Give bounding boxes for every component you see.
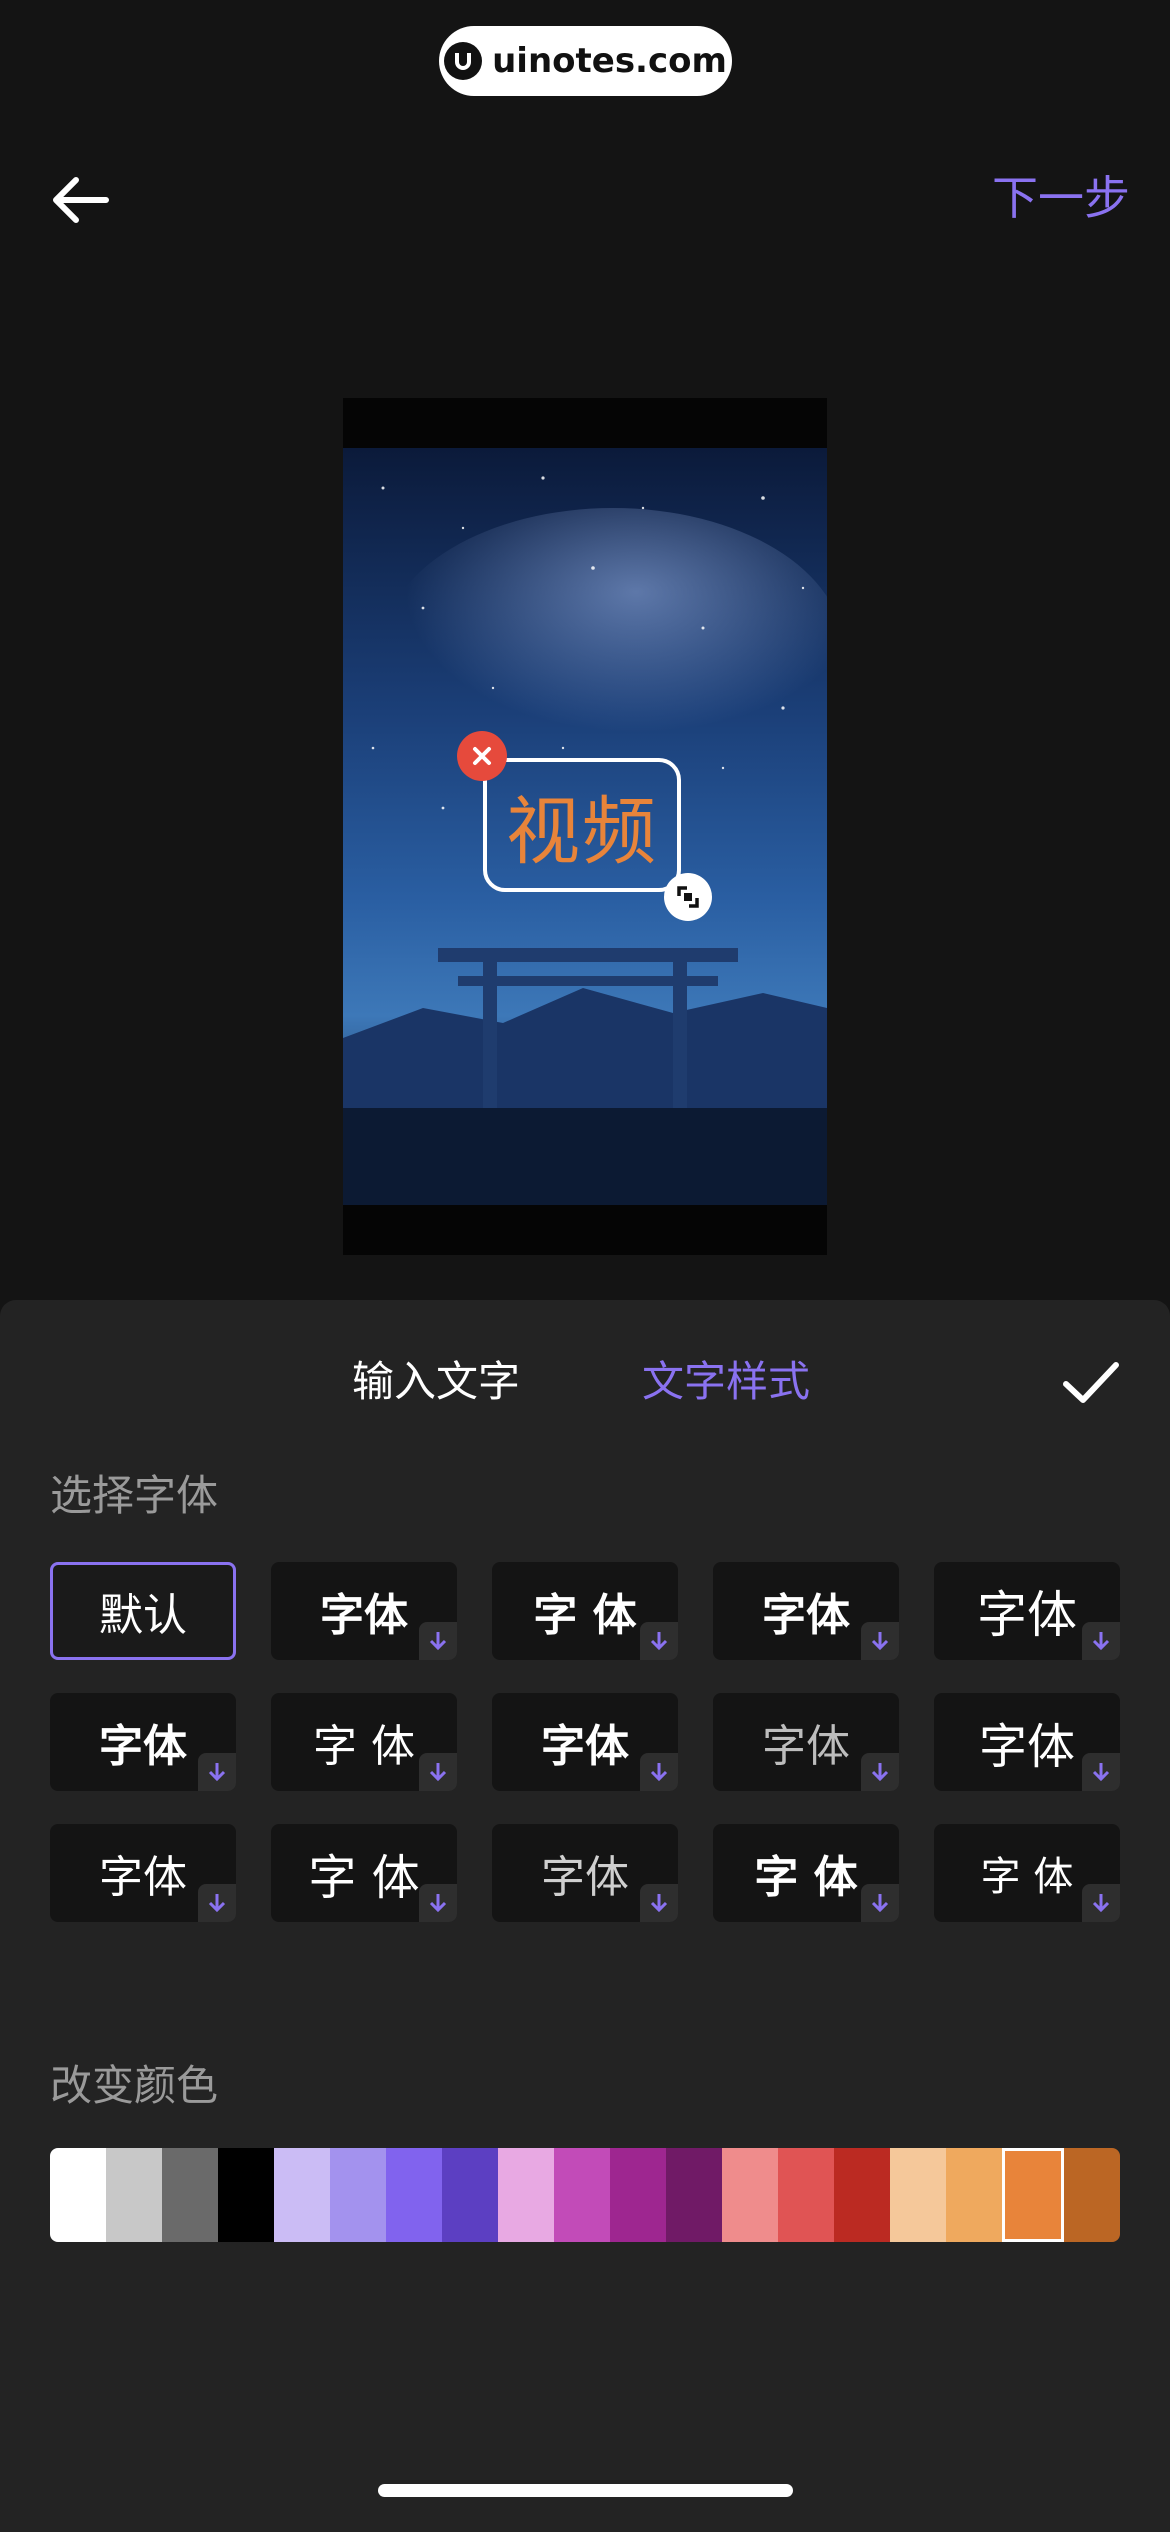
font-option-label: 字 体 xyxy=(308,1850,420,1906)
font-option-label: 字 体 xyxy=(754,1852,858,1903)
font-option-label: 字体 xyxy=(99,1721,187,1772)
font-grid: 默认 字体 字 体 字体 字体 字体 字 体 字体 字体 字体 字体 字 体 字… xyxy=(50,1562,1120,1922)
font-option[interactable]: 字体 xyxy=(50,1824,236,1922)
text-style-panel: 输入文字 文字样式 选择字体 默认 字体 字 体 字体 字体 字体 字 体 字体… xyxy=(0,1300,1170,2532)
resize-text-button[interactable] xyxy=(664,873,712,921)
color-swatch[interactable] xyxy=(778,2148,834,2242)
download-icon xyxy=(1082,1884,1120,1922)
delete-text-button[interactable] xyxy=(457,731,507,781)
font-option-label: 字体 xyxy=(978,1719,1075,1775)
font-option[interactable]: 字 体 xyxy=(271,1693,457,1791)
color-swatch[interactable] xyxy=(162,2148,218,2242)
download-icon xyxy=(640,1753,678,1791)
uinotes-logo-icon xyxy=(444,42,483,80)
color-swatch[interactable] xyxy=(834,2148,890,2242)
font-option[interactable]: 字 体 xyxy=(934,1824,1120,1922)
font-option[interactable]: 字体 xyxy=(713,1693,899,1791)
color-swatch[interactable] xyxy=(106,2148,162,2242)
font-option-label: 默认 xyxy=(99,1590,187,1641)
tab-input-text[interactable]: 输入文字 xyxy=(352,1352,520,1412)
color-swatch[interactable] xyxy=(330,2148,386,2242)
download-icon xyxy=(861,1884,899,1922)
font-option[interactable]: 字体 xyxy=(492,1824,678,1922)
font-option-label: 字体 xyxy=(99,1852,187,1903)
download-icon xyxy=(198,1753,236,1791)
color-palette xyxy=(50,2148,1120,2242)
font-option-label: 字体 xyxy=(541,1852,629,1903)
font-option[interactable]: 字 体 xyxy=(492,1562,678,1660)
font-option[interactable]: 字体 xyxy=(934,1693,1120,1791)
color-swatch[interactable] xyxy=(498,2148,554,2242)
color-swatch[interactable] xyxy=(610,2148,666,2242)
color-swatch[interactable] xyxy=(890,2148,946,2242)
color-swatch[interactable] xyxy=(1002,2148,1064,2242)
download-icon xyxy=(640,1622,678,1660)
watermark-badge: uinotes.com xyxy=(439,26,732,96)
font-option-label: 字体 xyxy=(320,1590,408,1641)
color-swatch[interactable] xyxy=(386,2148,442,2242)
watermark-text: uinotes.com xyxy=(492,41,727,81)
text-overlay-box[interactable]: 视频 xyxy=(483,758,681,892)
download-icon xyxy=(419,1622,457,1660)
confirm-button[interactable] xyxy=(1056,1348,1126,1418)
download-icon xyxy=(861,1622,899,1660)
color-swatch[interactable] xyxy=(666,2148,722,2242)
download-icon xyxy=(198,1884,236,1922)
next-step-button[interactable]: 下一步 xyxy=(992,166,1130,230)
font-option-default[interactable]: 默认 xyxy=(50,1562,236,1660)
font-option[interactable]: 字 体 xyxy=(713,1824,899,1922)
checkmark-icon xyxy=(1063,1362,1119,1403)
font-option-label: 字体 xyxy=(541,1721,629,1772)
font-option-label: 字 体 xyxy=(980,1854,1074,1900)
color-section-title: 改变颜色 xyxy=(50,2061,219,2110)
font-option[interactable]: 字体 xyxy=(934,1562,1120,1660)
color-swatch[interactable] xyxy=(1064,2148,1120,2242)
font-option-label: 字体 xyxy=(762,1590,850,1641)
download-icon xyxy=(1082,1753,1120,1791)
download-icon xyxy=(419,1753,457,1791)
download-icon xyxy=(861,1753,899,1791)
back-button[interactable] xyxy=(40,160,120,240)
font-option-label: 字 体 xyxy=(533,1590,637,1641)
font-section-title: 选择字体 xyxy=(50,1471,219,1520)
font-option-label: 字体 xyxy=(762,1721,850,1772)
color-swatch[interactable] xyxy=(554,2148,610,2242)
download-icon xyxy=(1082,1622,1120,1660)
close-icon xyxy=(473,747,491,765)
font-option-label: 字 体 xyxy=(313,1721,415,1772)
arrow-left-icon xyxy=(53,177,109,223)
font-option[interactable]: 字 体 xyxy=(271,1824,457,1922)
color-swatch[interactable] xyxy=(218,2148,274,2242)
font-option[interactable]: 字体 xyxy=(50,1693,236,1791)
color-swatch[interactable] xyxy=(50,2148,106,2242)
tab-text-style[interactable]: 文字样式 xyxy=(642,1352,810,1412)
color-swatch[interactable] xyxy=(442,2148,498,2242)
download-icon xyxy=(419,1884,457,1922)
download-icon xyxy=(640,1884,678,1922)
resize-icon xyxy=(677,886,699,908)
color-swatch[interactable] xyxy=(274,2148,330,2242)
home-indicator xyxy=(378,2484,793,2497)
color-swatch[interactable] xyxy=(946,2148,1002,2242)
color-swatch[interactable] xyxy=(722,2148,778,2242)
font-option[interactable]: 字体 xyxy=(271,1562,457,1660)
font-option[interactable]: 字体 xyxy=(713,1562,899,1660)
font-option[interactable]: 字体 xyxy=(492,1693,678,1791)
font-option-label: 字体 xyxy=(977,1586,1077,1644)
